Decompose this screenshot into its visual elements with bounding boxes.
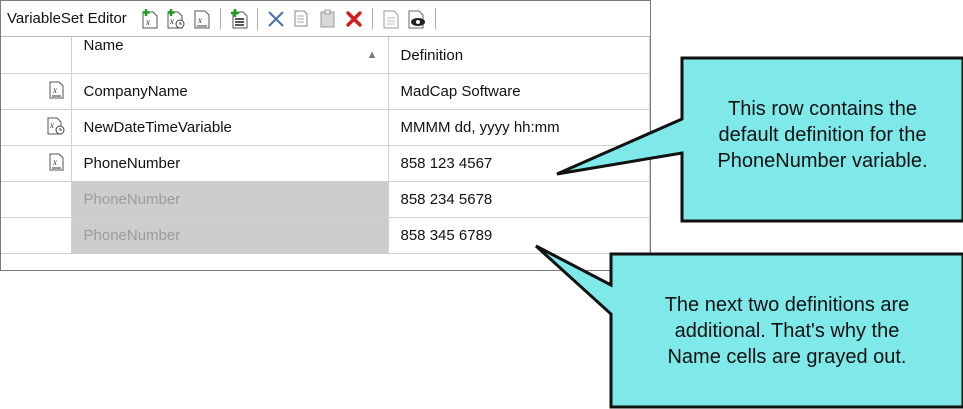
callout-top-line: PhoneNumber variable. xyxy=(717,150,928,172)
callout-bottom-line: The next two definitions are xyxy=(664,294,910,316)
callout-top-text: This row contains the default definition… xyxy=(682,96,963,174)
callout-bottom-line: additional. That's why the xyxy=(674,320,900,342)
callout-bottom-line: Name cells are grayed out. xyxy=(667,346,907,368)
callout-top-line: This row contains the xyxy=(728,98,917,120)
callout-bottom-text: The next two definitions are additional.… xyxy=(611,292,963,370)
callout-top-line: default definition for the xyxy=(718,124,927,146)
